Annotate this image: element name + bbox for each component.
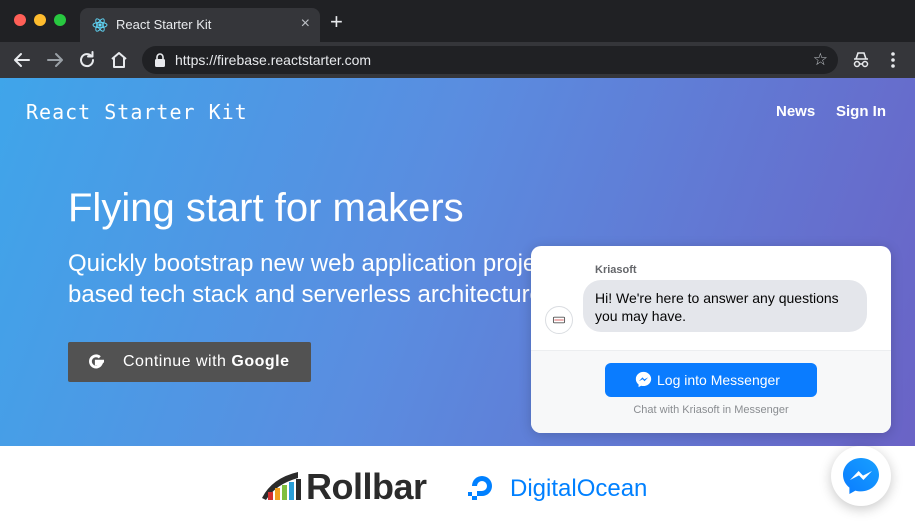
google-button-brand: Google [231,353,290,370]
url-text[interactable]: https://firebase.reactstarter.com [175,52,371,68]
google-button-prefix: Continue with [123,353,232,370]
kebab-menu-icon[interactable] [889,50,897,70]
continue-with-google-button[interactable]: Continue with Google [68,342,311,382]
browser-tab[interactable]: React Starter Kit × [80,8,320,42]
react-icon [92,18,108,32]
incognito-icon[interactable] [851,50,871,70]
log-into-messenger-button[interactable]: Log into Messenger [605,363,817,397]
digitalocean-logo-icon [468,476,492,500]
close-window-button[interactable] [14,14,26,26]
hero-headline: Flying start for makers [68,186,464,230]
new-tab-button[interactable]: + [330,10,343,34]
google-g-icon [89,354,104,369]
home-icon[interactable] [107,48,131,72]
browser-titlebar: React Starter Kit × + [0,0,915,42]
maximize-window-button[interactable] [54,14,66,26]
messenger-icon [843,458,879,494]
tab-title: React Starter Kit [116,17,212,32]
chat-message-area: Kriasoft Hi! We're here to answer any qu… [531,246,891,350]
site-brand[interactable]: React Starter Kit [26,100,248,124]
messenger-icon [635,371,652,388]
messenger-button-label: Log into Messenger [657,372,780,388]
reload-icon[interactable] [75,48,99,72]
back-arrow-icon[interactable] [10,48,34,72]
rollbar-logo-icon [262,472,301,500]
lock-icon [155,53,165,67]
minimize-window-button[interactable] [34,14,46,26]
chat-footer-text: Chat with Kriasoft in Messenger [633,404,789,416]
tab-close-icon[interactable]: × [301,14,310,34]
hero-subline: Quickly bootstrap new web application pr… [68,248,538,310]
google-button-label: Continue with Google [123,353,290,371]
rollbar-wordmark: Rollbar [306,466,427,507]
chat-sender-name: Kriasoft [595,264,637,276]
address-bar[interactable]: https://firebase.reactstarter.com ☆ [142,46,838,74]
star-icon[interactable]: ☆ [813,50,828,70]
forward-arrow-icon[interactable] [43,48,67,72]
nav-link-news[interactable]: News [776,103,815,120]
chat-message-bubble: Hi! We're here to answer any questions y… [583,280,867,332]
kriasoft-avatar [545,306,573,334]
nav-link-sign-in[interactable]: Sign In [836,103,886,120]
digitalocean-wordmark: DigitalOcean [510,475,648,502]
kriasoft-logo-icon [552,316,566,324]
messenger-launcher-button[interactable] [831,446,891,506]
messenger-chat-panel: Kriasoft Hi! We're here to answer any qu… [531,246,891,433]
hero-subline-line-2: based tech stack and serverless architec… [68,281,538,308]
hero-subline-line-1: Quickly bootstrap new web application pr… [68,250,537,277]
browser-toolbar: https://firebase.reactstarter.com ☆ [0,42,915,78]
